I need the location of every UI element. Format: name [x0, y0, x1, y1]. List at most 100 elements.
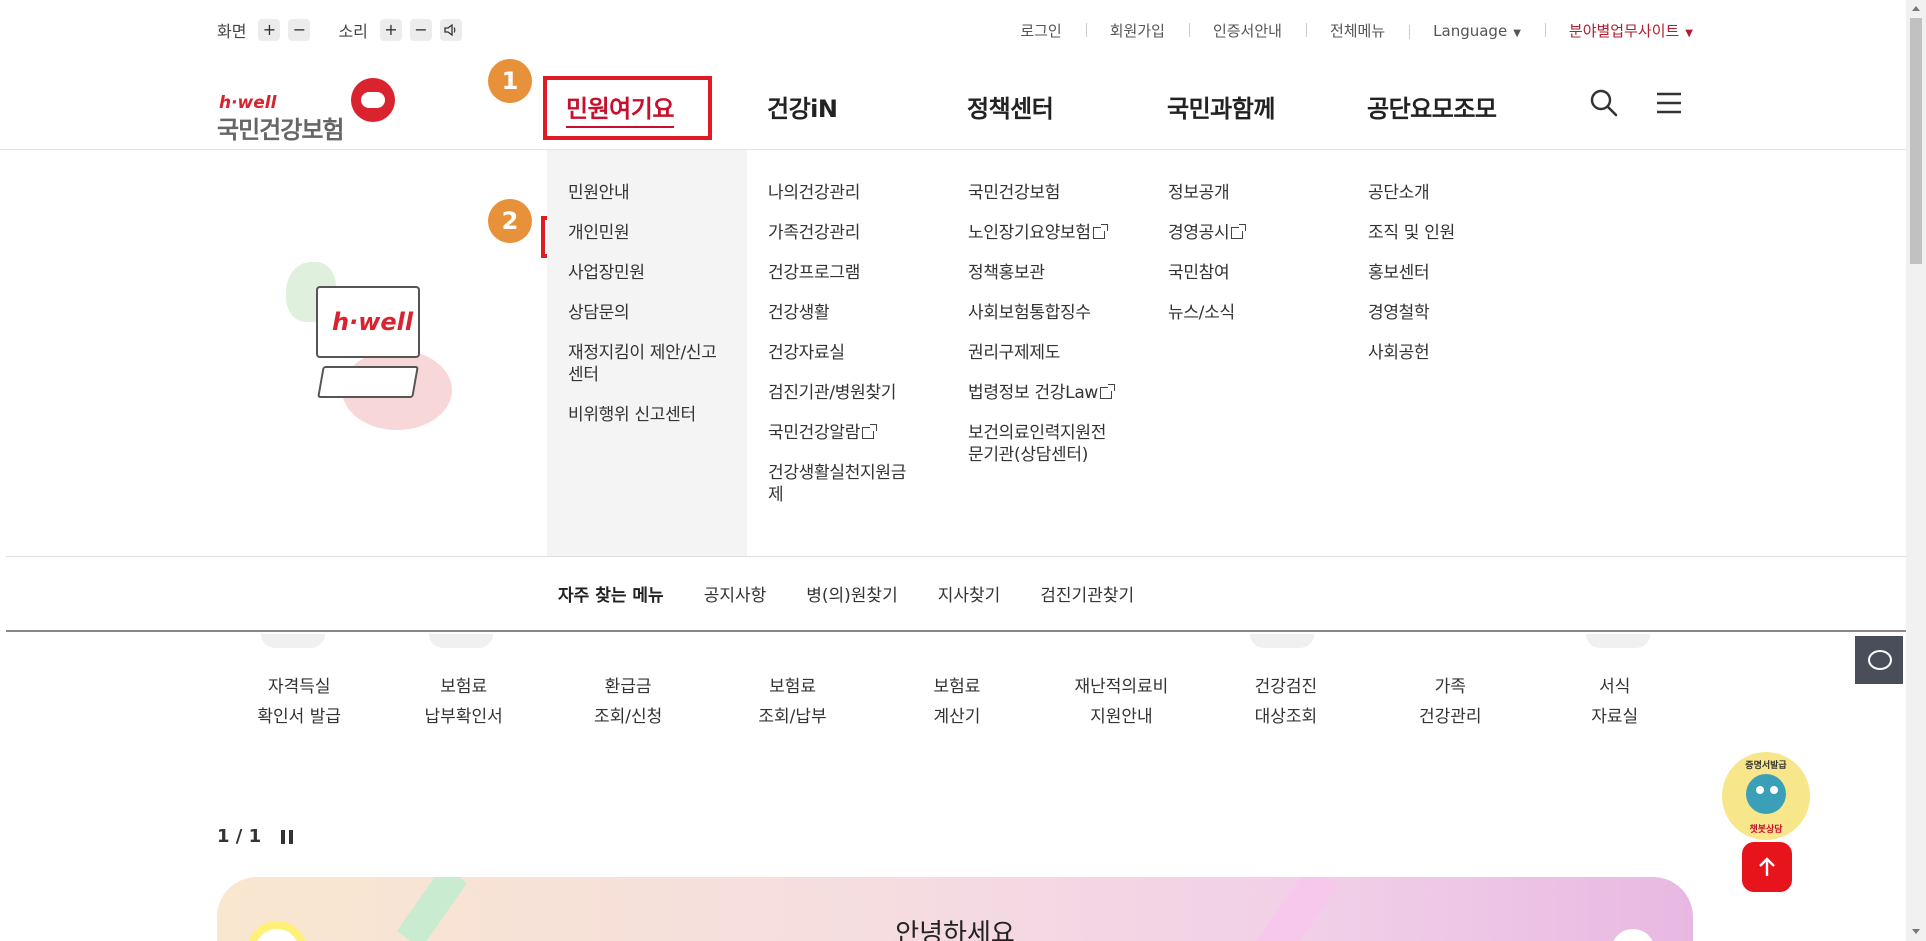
chatbot-button[interactable]: 증명서발급 챗봇상담 — [1722, 752, 1810, 840]
service-family-health[interactable]: 가족건강관리 — [1368, 672, 1532, 732]
service-premium-calculator[interactable]: 보험료 계산기 — [875, 672, 1039, 732]
volume-up-button[interactable]: + — [379, 19, 402, 41]
service-label-line1: 건강검진 — [1254, 677, 1318, 697]
service-label-line1: 보험료 — [933, 677, 981, 697]
chatbot-top-text: 증명서발급 — [1745, 761, 1787, 771]
gnb-item-with-people[interactable]: 국민과함께 — [1167, 89, 1275, 124]
banner-title: 안녕하세요 — [895, 919, 1015, 941]
menu-item-introduction[interactable]: 공단소개 — [1368, 182, 1455, 204]
menu-item-consultation[interactable]: 상담문의 — [568, 302, 738, 324]
menu-item-social-contribution[interactable]: 사회공헌 — [1368, 342, 1455, 364]
menu-item-family-health[interactable]: 가족건강관리 — [768, 222, 928, 244]
service-icon-bg — [1250, 634, 1314, 648]
scroll-top-button[interactable] — [1742, 842, 1792, 892]
service-refund[interactable]: 환급금 조회/신청 — [546, 672, 710, 732]
menu-item-finance-report[interactable]: 재정지킴이 제안/신고 센터 — [568, 342, 738, 386]
menu-item-find-hospital[interactable]: 검진기관/병원찾기 — [768, 382, 928, 404]
login-link[interactable]: 로그인 — [996, 20, 1085, 41]
menu-item-my-health[interactable]: 나의건강관리 — [768, 182, 928, 204]
hamburger-menu-icon[interactable] — [1652, 86, 1686, 120]
menu-item-health-subsidy[interactable]: 건강생활실천지원금 제 — [768, 462, 928, 506]
menu-item-misconduct-report[interactable]: 비위행위 신고센터 — [568, 404, 738, 426]
service-payment-certificate[interactable]: 보험료 납부확인서 — [381, 672, 545, 732]
keyboard-icon — [317, 366, 419, 398]
language-select[interactable]: Language ▼ — [1409, 22, 1545, 40]
quick-link-notice[interactable]: 공지사항 — [704, 581, 767, 606]
menu-item-personal-civil[interactable]: 개인민원 — [568, 222, 738, 244]
logo-name-text: 국민건강보험 — [217, 116, 344, 144]
caret-down-icon: ▼ — [1513, 27, 1521, 39]
zoom-in-button[interactable]: + — [258, 19, 281, 41]
accessibility-controls: 화면 + − 소리 + − — [217, 18, 470, 42]
service-premium-payment[interactable]: 보험료 조회/납부 — [710, 672, 874, 732]
service-label-line2: 지원안내 — [1090, 707, 1153, 727]
scrollbar-thumb[interactable] — [1910, 18, 1922, 264]
scroll-down-arrow-icon[interactable] — [1906, 923, 1926, 941]
menu-item-health-program[interactable]: 건강프로그램 — [768, 262, 928, 284]
zoom-out-button[interactable]: − — [288, 19, 311, 41]
menu-item-pr-center[interactable]: 홍보센터 — [1368, 262, 1455, 284]
signup-link[interactable]: 회원가입 — [1085, 20, 1189, 41]
menu-item-healthy-life[interactable]: 건강생활 — [768, 302, 928, 324]
certificate-guide-link[interactable]: 인증서안내 — [1188, 20, 1306, 41]
service-label-line2: 건강관리 — [1419, 707, 1482, 727]
menu-item-medical-workforce[interactable]: 보건의료인력지원전 문기관(상담센터) — [968, 422, 1128, 466]
menu-item-rights-relief[interactable]: 권리구제제도 — [968, 342, 1128, 364]
main-banner[interactable]: 안녕하세요 — [217, 877, 1693, 941]
menu-item-national-insurance[interactable]: 국민건강보험 — [968, 182, 1128, 204]
service-label-line1: 가족 — [1434, 677, 1466, 697]
service-forms-library[interactable]: 서식 자료실 — [1533, 672, 1697, 732]
volume-down-button[interactable]: − — [409, 19, 432, 41]
chatbot-mascot-icon — [1746, 774, 1786, 814]
pause-icon[interactable] — [281, 829, 294, 844]
chatbot-bottom-text: 챗봇상담 — [1749, 825, 1783, 835]
page-scrollbar[interactable] — [1906, 0, 1926, 941]
business-site-select[interactable]: 분야별업무사이트 ▼ — [1544, 20, 1693, 41]
mega-col-health-in: 나의건강관리 가족건강관리 건강프로그램 건강생활 건강자료실 검진기관/병원찾… — [768, 182, 928, 524]
menu-item-organization[interactable]: 조직 및 인원 — [1368, 222, 1455, 244]
speaker-icon[interactable] — [439, 19, 462, 41]
external-link-icon — [862, 424, 878, 439]
menu-item-participation[interactable]: 국민참여 — [1168, 262, 1243, 284]
menu-item-ltc-insurance[interactable]: 노인장기요양보험 — [968, 222, 1128, 244]
menu-item-integrated-collection[interactable]: 사회보험통합징수 — [968, 302, 1128, 324]
service-catastrophic-medical[interactable]: 재난적의료비지원안내 — [1039, 672, 1203, 732]
step-badge-1: 1 — [488, 59, 532, 103]
menu-item-health-alarm-label: 국민건강알람 — [768, 423, 861, 443]
external-link-icon — [1231, 224, 1247, 239]
quick-link-find-branch[interactable]: 지사찾기 — [938, 581, 1001, 606]
mega-col-with-people: 정보공개 경영공시 국민참여 뉴스/소식 — [1168, 182, 1247, 342]
main-header: h·well 국민건강보험 민원여기요 건강iN 정책센터 국민과함께 공단요모… — [0, 60, 1906, 150]
service-label-line1: 서식 — [1599, 677, 1631, 697]
gnb-item-policy-center[interactable]: 정책센터 — [967, 89, 1054, 124]
mega-menu-illustration: h·well — [280, 262, 460, 432]
quick-link-find-checkup[interactable]: 검진기관찾기 — [1040, 581, 1134, 606]
menu-item-health-law[interactable]: 법령정보 건강Law — [968, 382, 1128, 404]
search-icon[interactable] — [1587, 86, 1621, 120]
service-eligibility-certificate[interactable]: 자격득실 확인서 발급 — [217, 672, 381, 732]
mega-col-policy-center: 국민건강보험 노인장기요양보험 정책홍보관 사회보험통합징수 권리구제제도 법령… — [968, 182, 1128, 484]
menu-item-health-alarm[interactable]: 국민건강알람 — [768, 422, 928, 444]
all-menu-link[interactable]: 전체메뉴 — [1305, 20, 1409, 41]
scroll-up-arrow-icon[interactable] — [1906, 0, 1926, 18]
menu-item-news[interactable]: 뉴스/소식 — [1168, 302, 1243, 324]
menu-item-civil-guide[interactable]: 민원안내 — [568, 182, 738, 204]
service-label-line1: 재난적의료비 — [1074, 677, 1169, 697]
site-logo[interactable]: h·well 국민건강보험 — [217, 68, 402, 144]
service-checkup-target[interactable]: 건강검진 대상조회 — [1204, 672, 1368, 732]
menu-item-philosophy[interactable]: 경영철학 — [1368, 302, 1455, 324]
service-label-line2: 조회/납부 — [758, 707, 827, 727]
menu-item-management-disclosure[interactable]: 경영공시 — [1168, 222, 1247, 244]
menu-item-ltc-label: 노인장기요양보험 — [968, 223, 1091, 243]
menu-item-policy-promo[interactable]: 정책홍보관 — [968, 262, 1128, 284]
menu-item-business-civil[interactable]: 사업장민원 — [568, 262, 738, 284]
menu-item-info-disclosure[interactable]: 정보공개 — [1168, 182, 1243, 204]
gnb-item-health-in[interactable]: 건강iN — [767, 89, 838, 124]
mega-menu: h·well 민원안내 개인민원 사업장민원 상담문의 재정지킴이 제안/신고 … — [0, 150, 1906, 556]
menu-item-health-library[interactable]: 건강자료실 — [768, 342, 928, 364]
chat-icon[interactable] — [1855, 636, 1903, 684]
gnb-item-about-nhis[interactable]: 공단요모조모 — [1367, 89, 1497, 124]
utility-links: 로그인 회원가입 인증서안내 전체메뉴 Language ▼ 분야별업무사이트 ▼ — [996, 20, 1693, 41]
highlight-box-gnb — [543, 76, 712, 140]
quick-link-find-hospital[interactable]: 병(의)원찾기 — [806, 581, 897, 606]
